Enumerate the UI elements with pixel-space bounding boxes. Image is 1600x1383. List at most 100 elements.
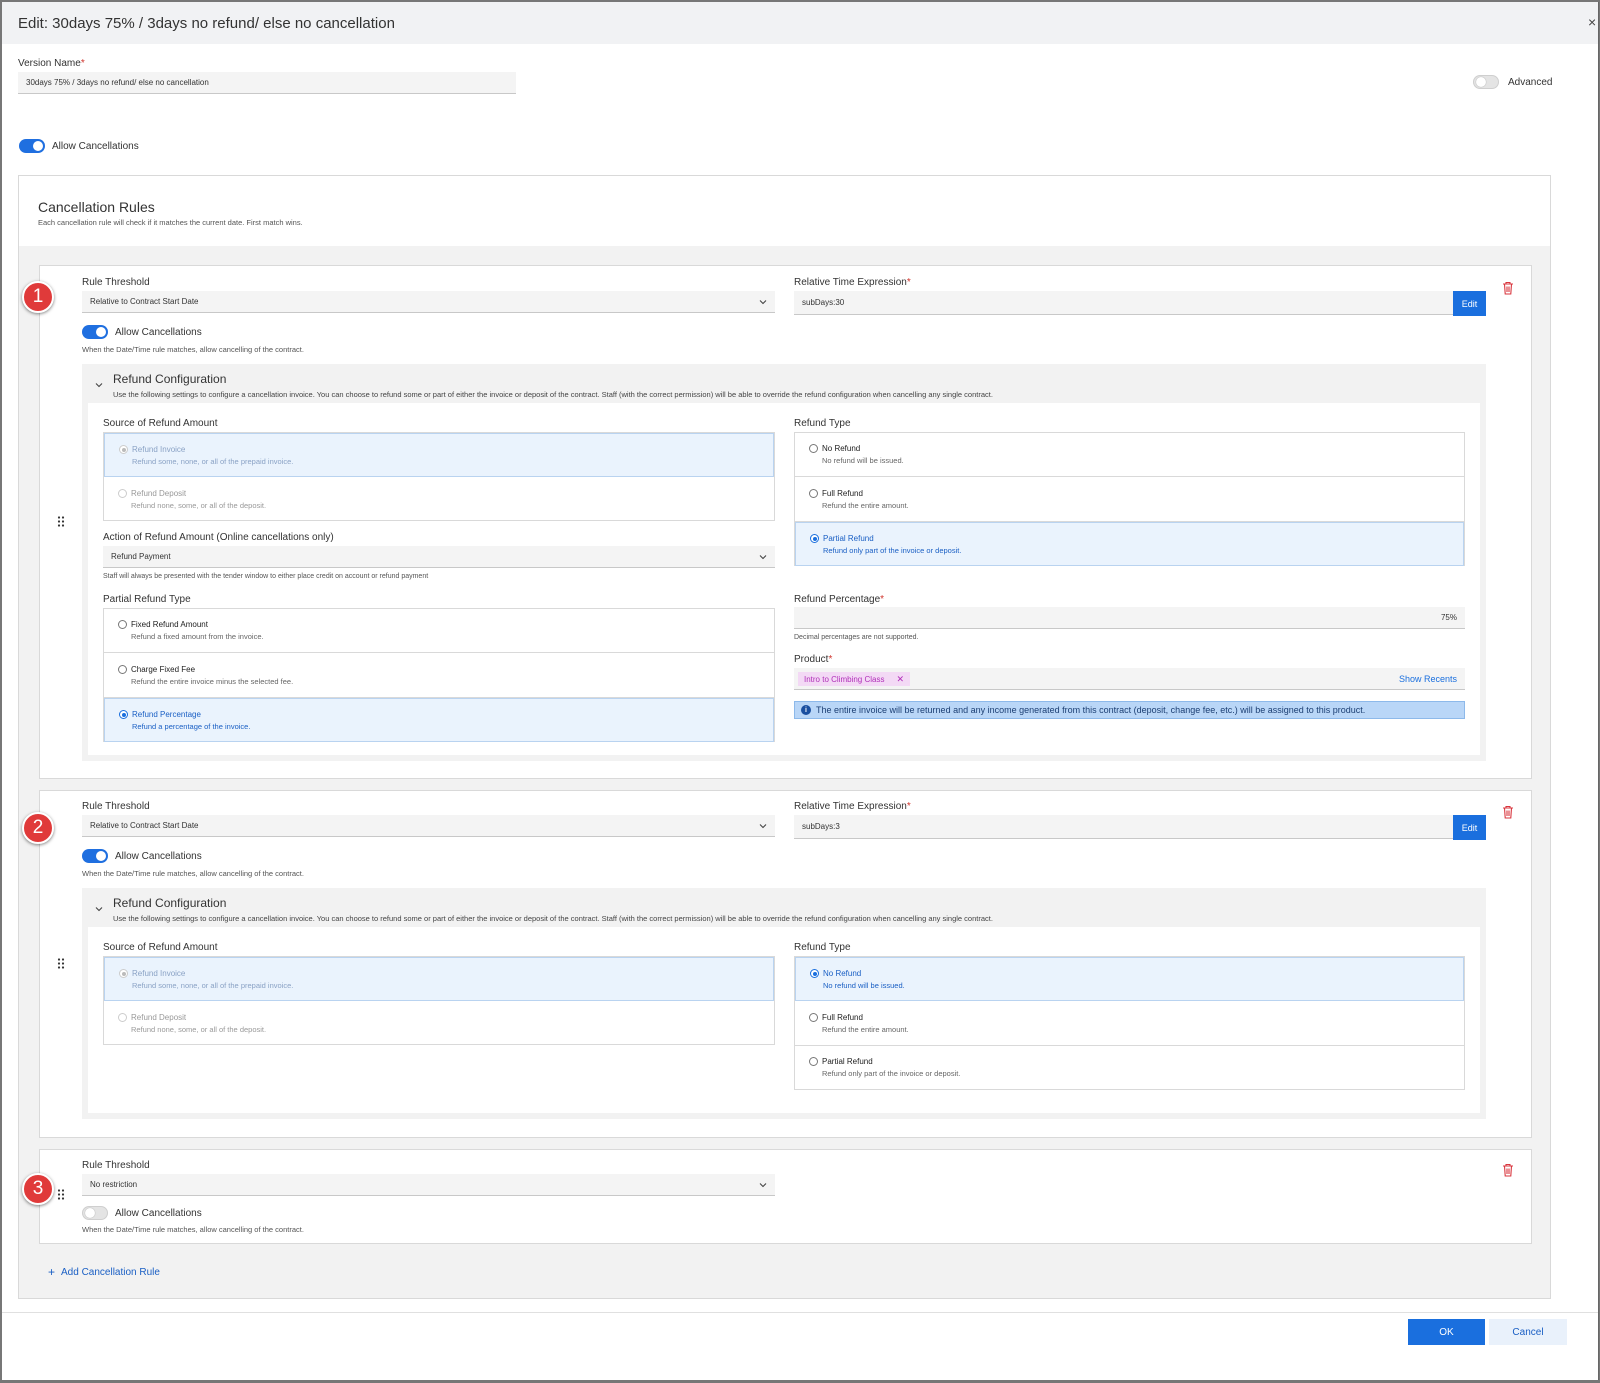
partial-option-charge-fixed-fee[interactable]: Charge Fixed Fee Refund the entire invoi… [104,653,774,698]
rule-number-badge: 2 [22,812,54,844]
rte-label: Relative Time Expression* [794,801,911,812]
rule-number-badge: 1 [22,281,54,313]
drag-handle-icon[interactable] [57,958,65,969]
footer-divider [2,1312,1598,1313]
source-radio-group: Refund Invoice Refund some, none, or all… [103,432,775,521]
chevron-down-icon [759,823,767,828]
chevron-down-icon [759,1182,767,1187]
chevron-down-icon[interactable] [94,904,104,914]
source-option-deposit[interactable]: Refund Deposit Refund none, some, or all… [104,1001,774,1045]
dialog-title: Edit: 30days 75% / 3days no refund/ else… [18,15,395,32]
close-icon[interactable]: × [1588,14,1596,30]
allow-cancellations-label: Allow Cancellations [52,141,139,152]
rule-allow-label: Allow Cancellations [115,1208,202,1219]
version-name-label: Version Name* [18,58,85,69]
rule-threshold-select[interactable]: No restriction [82,1174,775,1196]
rule-threshold-value: Relative to Contract Start Date [90,821,199,830]
refund-type-full-refund[interactable]: Full Refund Refund the entire amount. [795,477,1464,522]
rule-number-badge: 3 [22,1173,54,1205]
refund-percentage-help: Decimal percentages are not supported. [794,634,919,641]
cancellation-rules-title: Cancellation Rules [38,199,155,215]
rule-threshold-label: Rule Threshold [82,277,150,288]
trash-icon[interactable] [1502,805,1514,819]
chevron-down-icon[interactable] [94,380,104,390]
rte-input[interactable]: subDays:3 [794,815,1454,839]
refund-type-no-refund[interactable]: No Refund No refund will be issued. [795,957,1464,1001]
chevron-down-icon [759,299,767,304]
drag-handle-icon[interactable] [57,1189,65,1200]
add-rule-label: Add Cancellation Rule [61,1266,160,1278]
refund-type-label: Refund Type [794,418,851,429]
rule-threshold-label: Rule Threshold [82,1160,150,1171]
refund-type-partial-refund[interactable]: Partial Refund Refund only part of the i… [795,1046,1464,1090]
rule-allow-help: When the Date/Time rule matches, allow c… [82,345,304,354]
refund-percentage-label: Refund Percentage* [794,594,885,605]
rte-edit-button[interactable]: Edit [1453,815,1486,840]
rule-threshold-label: Rule Threshold [82,801,150,812]
remove-tag-icon[interactable]: ✕ [896,674,904,685]
refund-config-title: Refund Configuration [113,896,227,910]
rule-threshold-value: No restriction [90,1180,138,1189]
rule-threshold-value: Relative to Contract Start Date [90,297,199,306]
rule-allow-help: When the Date/Time rule matches, allow c… [82,1225,304,1234]
info-icon: i [801,705,811,715]
rule-allow-label: Allow Cancellations [115,851,202,862]
rule-allow-toggle[interactable] [82,849,108,863]
source-option-invoice[interactable]: Refund Invoice Refund some, none, or all… [104,433,774,477]
refund-type-no-refund[interactable]: No Refund No refund will be issued. [795,433,1464,477]
edit-dialog: Edit: 30days 75% / 3days no refund/ else… [2,2,1599,1380]
rule-threshold-select[interactable]: Relative to Contract Start Date [82,291,775,313]
partial-refund-type-label: Partial Refund Type [103,594,191,605]
rte-input[interactable]: subDays:30 [794,291,1454,315]
product-info-text: The entire invoice will be returned and … [816,705,1366,715]
product-info-banner: i The entire invoice will be returned an… [794,701,1465,719]
dialog-titlebar: Edit: 30days 75% / 3days no refund/ else… [2,2,1598,44]
refund-type-full-refund[interactable]: Full Refund Refund the entire amount. [795,1001,1464,1046]
product-label: Product* [794,654,833,665]
source-label: Source of Refund Amount [103,942,218,953]
partial-refund-type-group: Fixed Refund Amount Refund a fixed amoun… [103,608,775,742]
rte-edit-button[interactable]: Edit [1453,291,1486,316]
rte-label: Relative Time Expression* [794,277,911,288]
advanced-toggle[interactable] [1473,75,1499,89]
source-option-deposit[interactable]: Refund Deposit Refund none, some, or all… [104,477,774,521]
refund-type-partial-refund[interactable]: Partial Refund Refund only part of the i… [795,522,1464,566]
source-radio-group: Refund Invoice Refund some, none, or all… [103,956,775,1045]
cancellation-rules-header: Cancellation Rules Each cancellation rul… [19,176,1550,246]
refund-config-desc: Use the following settings to configure … [113,914,993,923]
refund-type-radio-group: No Refund No refund will be issued. Full… [794,956,1465,1090]
rule-allow-label: Allow Cancellations [115,327,202,338]
trash-icon[interactable] [1502,281,1514,295]
rule-allow-help: When the Date/Time rule matches, allow c… [82,869,304,878]
plus-icon: + [48,1265,56,1279]
partial-option-refund-percentage[interactable]: Refund Percentage Refund a percentage of… [104,698,774,742]
action-label: Action of Refund Amount (Online cancella… [103,532,334,543]
action-value: Refund Payment [111,552,171,561]
refund-type-radio-group: No Refund No refund will be issued. Full… [794,432,1465,566]
product-tag: Intro to Climbing Class ✕ [798,672,911,686]
refund-percentage-input[interactable]: 75% [794,607,1465,629]
chevron-down-icon [759,554,767,559]
cancel-button[interactable]: Cancel [1489,1319,1567,1345]
partial-option-fixed-refund-amount[interactable]: Fixed Refund Amount Refund a fixed amoun… [104,609,774,653]
action-select[interactable]: Refund Payment [103,546,775,568]
source-label: Source of Refund Amount [103,418,218,429]
drag-handle-icon[interactable] [57,516,65,527]
ok-button[interactable]: OK [1408,1319,1485,1345]
refund-config-desc: Use the following settings to configure … [113,390,993,399]
allow-cancellations-toggle[interactable] [19,139,45,153]
show-recents-link[interactable]: Show Recents [1399,674,1457,684]
advanced-label: Advanced [1508,77,1553,88]
version-name-input[interactable]: 30days 75% / 3days no refund/ else no ca… [18,72,516,94]
trash-icon[interactable] [1502,1163,1514,1177]
rule-threshold-select[interactable]: Relative to Contract Start Date [82,815,775,837]
source-option-invoice[interactable]: Refund Invoice Refund some, none, or all… [104,957,774,1001]
refund-config-title: Refund Configuration [113,372,227,386]
product-input[interactable]: Intro to Climbing Class ✕ Show Recents [794,668,1465,690]
action-help: Staff will always be presented with the … [103,573,429,580]
rule-allow-toggle[interactable] [82,1206,108,1220]
cancellation-rules-subtitle: Each cancellation rule will check if it … [38,218,303,227]
refund-type-label: Refund Type [794,942,851,953]
rule-allow-toggle[interactable] [82,325,108,339]
add-cancellation-rule-button[interactable]: + Add Cancellation Rule [48,1265,160,1279]
